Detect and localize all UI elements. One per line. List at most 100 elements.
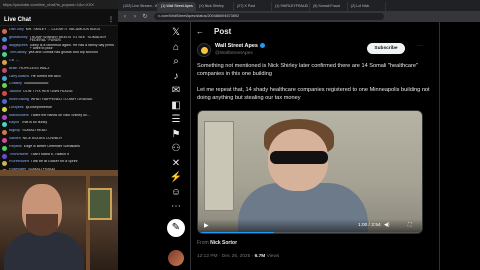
fullscreen-icon[interactable]: ⛶: [408, 222, 412, 228]
chat-avatar[interactable]: [2, 67, 7, 73]
browser-tab[interactable]: (102) Live Stream - Wall: [120, 2, 158, 11]
home-icon[interactable]: ⌂: [169, 41, 183, 55]
chat-username[interactable]: TheGatsby: [9, 51, 27, 55]
chat-message: Reparto Edge is Better Defender Somalians: [2, 145, 116, 152]
author-avatar[interactable]: [197, 43, 211, 57]
account-avatar[interactable]: [168, 250, 184, 266]
chat-username[interactable]: Marwonders: [9, 114, 29, 118]
chat-message: TheGatsby yea and Somali has ghosts and t…: [2, 51, 116, 58]
chat-avatar[interactable]: [2, 161, 7, 167]
chat-avatar[interactable]: [2, 114, 7, 120]
chat-text: @Josephthetrue: [25, 105, 53, 109]
chat-message: ladyjaycees Sadly is a Minnesot again. He…: [2, 44, 116, 51]
video-progress-bar[interactable]: [198, 232, 422, 233]
chat-avatar[interactable]: [2, 44, 7, 50]
verified-orgs-icon[interactable]: ⚡: [169, 171, 183, 185]
browser-tab[interactable]: (2) Lol Nick: [348, 2, 386, 11]
chat-avatar[interactable]: [2, 122, 7, 128]
communities-icon[interactable]: ⚇: [169, 142, 183, 156]
chat-message: CB...: [2, 59, 116, 66]
chat-url-bar: https://youtube.com/live_chat?is_popout=…: [0, 0, 118, 9]
messages-icon[interactable]: ✉: [169, 84, 183, 98]
search-icon[interactable]: ⌕: [169, 55, 183, 69]
chat-username[interactable]: CB: [9, 59, 14, 63]
x-logo-icon[interactable]: 𝕏: [169, 26, 183, 40]
author-name[interactable]: Wall Street Apes: [215, 43, 265, 49]
chat-avatar[interactable]: [2, 137, 7, 143]
notifications-icon[interactable]: ♪: [169, 70, 183, 84]
browser-tab[interactable]: (1) Wall Street Apes: [158, 2, 196, 11]
chat-username[interactable]: Reparto: [9, 145, 22, 149]
chat-username[interactable]: ghostbunny: [9, 36, 28, 40]
browser-tab[interactable]: (X) Nick Shirley: [196, 2, 234, 11]
chat-username[interactable]: ladyjaycees: [9, 44, 28, 48]
chat-text: Sooooooooooo: [23, 82, 49, 86]
chat-username[interactable]: WorthTaking: [9, 98, 29, 102]
chat-avatar[interactable]: [2, 106, 7, 112]
chat-message: Kaylor That is so flunky: [2, 121, 116, 128]
chat-message: Sandra NICE BOOBS COWBOY: [2, 137, 116, 144]
chat-message: Larry Adams He turned the ABS: [2, 75, 116, 82]
volume-icon[interactable]: ◀): [384, 222, 390, 228]
chat-menu-icon[interactable]: ⋮: [108, 14, 114, 26]
chat-text: He turned the ABS: [31, 74, 61, 78]
chat-username[interactable]: Jaicolor: [9, 90, 21, 94]
chat-username[interactable]: ThorWitcher: [9, 153, 29, 157]
chat-message: RGreenAlert I will be at Gracer for a Spr…: [2, 160, 116, 167]
post-compose-button[interactable]: ✎: [167, 219, 185, 237]
subscribe-button[interactable]: Subscribe: [367, 43, 405, 54]
verified-badge-icon: [260, 43, 265, 49]
lists-icon[interactable]: ☰: [169, 113, 183, 127]
chat-username[interactable]: Brian: [9, 67, 17, 71]
chat-avatar[interactable]: [2, 29, 7, 34]
browser-tab[interactable]: (27) X Post: [234, 2, 272, 11]
address-bar-row: ‹ › ↻ x.com/WallStreetApes/status/200486…: [118, 11, 480, 22]
post-author: Wall Street Apes @WallStreetApes Subscri…: [197, 42, 437, 60]
chat-username[interactable]: RGreenAlert: [9, 160, 29, 164]
chat-avatar[interactable]: [2, 153, 7, 159]
page-title: Post: [214, 26, 232, 36]
post-header: ← Post: [191, 22, 439, 40]
premium-icon[interactable]: ✕: [169, 157, 183, 171]
chat-avatar[interactable]: [2, 52, 7, 58]
url-field[interactable]: x.com/WallStreetApes/status/200486694573…: [154, 13, 384, 20]
chat-avatar[interactable]: [2, 83, 7, 89]
back-icon[interactable]: ‹: [122, 14, 128, 20]
back-arrow-icon[interactable]: ←: [196, 27, 204, 36]
bookmarks-icon[interactable]: ⚑: [169, 128, 183, 142]
browser-tab[interactable]: (1) SHIRLEYFRAUD: [272, 2, 310, 11]
chat-message: Lorzyeek @Josephthetrue: [2, 106, 116, 113]
chat-username[interactable]: Sandra: [9, 137, 21, 141]
browser-tab[interactable]: (5) Somali Fraud: [310, 2, 348, 11]
chat-username[interactable]: Bigbop: [9, 129, 20, 133]
source-name[interactable]: Nick Sortor: [210, 240, 237, 246]
chat-username[interactable]: Kaylor: [9, 121, 19, 125]
right-column: [440, 22, 480, 270]
chat-avatar[interactable]: [2, 75, 7, 81]
chat-avatar[interactable]: [2, 130, 7, 136]
more-options-icon[interactable]: ···: [417, 43, 423, 49]
play-icon[interactable]: ▶: [204, 222, 209, 229]
chat-username[interactable]: Chasiey: [9, 82, 22, 86]
chat-username[interactable]: Dan Jolly: [9, 28, 24, 32]
more-icon[interactable]: ⋯: [169, 200, 183, 214]
grok-icon[interactable]: ◧: [169, 99, 183, 113]
chat-username[interactable]: Larry Adams: [9, 75, 29, 79]
chat-avatar[interactable]: [2, 145, 7, 151]
chat-text: I will be at Gracer for a Sprint: [30, 160, 78, 164]
chat-message: Bigbop SOMALI HEAD: [2, 129, 116, 136]
forward-icon[interactable]: ›: [132, 14, 138, 20]
chat-avatar[interactable]: [2, 99, 7, 105]
chat-username[interactable]: Lorzyeek: [9, 106, 24, 110]
post-video[interactable]: ▶ 1:00 / 2:54 ◀) ⛶: [197, 110, 423, 234]
profile-icon[interactable]: ☺: [169, 186, 183, 200]
chat-avatar[interactable]: [2, 60, 7, 66]
post-text-1: Something not mentioned is Nick Shirley …: [197, 63, 418, 77]
author-handle[interactable]: @WallStreetApes: [215, 51, 253, 56]
chat-message: Jaicolor DON'T FIX HER OWN HOUSE: [2, 90, 116, 97]
chat-avatar[interactable]: [2, 91, 7, 97]
chat-avatar[interactable]: [2, 36, 7, 42]
reload-icon[interactable]: ↻: [142, 13, 148, 20]
chat-message: Brian HOPELESS WALZ: [2, 67, 116, 74]
post-timestamp[interactable]: 12:12 PM · Dec 26, 2025 ·: [197, 254, 255, 259]
